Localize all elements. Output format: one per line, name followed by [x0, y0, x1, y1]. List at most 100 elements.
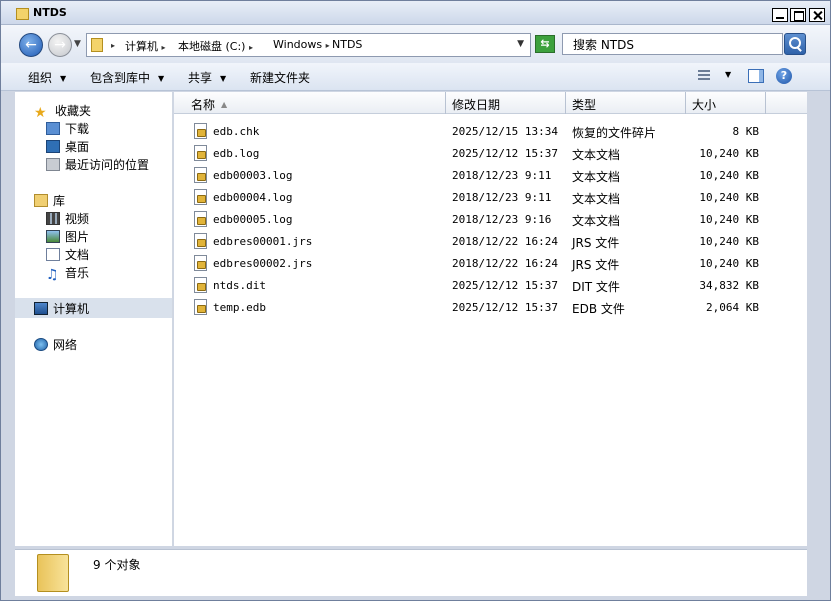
chevron-down-icon: ▼ — [60, 74, 67, 83]
nav-label: 文档 — [65, 248, 90, 262]
file-name: edb00004.log — [213, 191, 293, 204]
back-button[interactable]: ← — [19, 33, 43, 57]
file-modified: 2025/12/15 13:34 — [452, 125, 558, 138]
minimize-button[interactable] — [772, 8, 788, 22]
file-type: JRS 文件 — [572, 236, 620, 250]
table-row[interactable]: edbres00001.jrs 2018/12/22 16:24 JRS 文件 … — [174, 231, 807, 253]
column-headers: 名称 ▲ 修改日期 类型 大小 — [174, 92, 807, 114]
table-row[interactable]: edbres00002.jrs 2018/12/22 16:24 JRS 文件 … — [174, 253, 807, 275]
help-icon[interactable]: ? — [776, 68, 792, 84]
file-type: DIT 文件 — [572, 280, 620, 294]
new-folder-button[interactable]: 新建文件夹 — [250, 69, 310, 86]
nav-label: 最近访问的位置 — [65, 158, 150, 172]
music-icon: ♫ — [46, 267, 59, 283]
breadcrumb-computer[interactable]: 计算机 ▸ — [125, 38, 170, 54]
folder-icon — [37, 554, 69, 592]
details-pane: 9 个对象 — [15, 549, 807, 596]
new-folder-label: 新建文件夹 — [250, 71, 311, 85]
file-modified: 2025/12/12 15:37 — [452, 301, 558, 314]
file-size: 34,832 KB — [699, 279, 759, 292]
nav-item-music[interactable]: ♫ 音乐 — [46, 264, 89, 283]
star-icon: ★ — [34, 105, 47, 121]
file-modified: 2018/12/23 9:11 — [452, 191, 552, 204]
address-dropdown-icon[interactable]: ▼ — [517, 39, 524, 49]
file-name: edb00005.log — [213, 213, 293, 226]
chevron-down-icon: ▼ — [220, 74, 227, 83]
arrow-right-icon: → — [54, 37, 66, 53]
nav-item-desktop[interactable]: 桌面 — [46, 138, 89, 155]
file-name: edb.log — [213, 147, 260, 160]
table-row[interactable]: edb00003.log 2018/12/23 9:11 文本文档 10,240… — [174, 165, 807, 187]
nav-label: 计算机 — [53, 302, 90, 316]
preview-pane-icon[interactable] — [748, 69, 764, 83]
arrow-left-icon: ← — [25, 37, 37, 53]
nav-item-downloads[interactable]: 下载 — [46, 120, 89, 137]
nav-libraries[interactable]: 库 — [34, 192, 65, 209]
sort-up-icon: ▲ — [221, 100, 228, 109]
search-box[interactable] — [562, 33, 783, 55]
address-row: ← → ▼ ▸ 计算机 ▸ 本地磁盘 (C:) ▸ Windows ▸ NTDS… — [1, 25, 830, 63]
search-button[interactable] — [784, 33, 806, 55]
breadcrumb-drive[interactable]: 本地磁盘 (C:) ▸ — [178, 38, 257, 54]
address-bar[interactable]: ▸ 计算机 ▸ 本地磁盘 (C:) ▸ Windows ▸ NTDS ▼ — [86, 33, 531, 57]
nav-item-videos[interactable]: 视频 — [46, 210, 89, 227]
view-dropdown-icon[interactable]: ▼ — [725, 70, 731, 79]
nav-label: 视频 — [65, 212, 90, 226]
column-size[interactable]: 大小 — [686, 92, 766, 114]
file-icon — [194, 299, 207, 315]
column-modified[interactable]: 修改日期 — [446, 92, 566, 114]
search-input[interactable] — [573, 36, 773, 54]
refresh-button[interactable]: ⇆ — [535, 35, 555, 53]
table-row[interactable]: temp.edb 2025/12/12 15:37 EDB 文件 2,064 K… — [174, 297, 807, 319]
table-row[interactable]: edb00004.log 2018/12/23 9:11 文本文档 10,240… — [174, 187, 807, 209]
share-label: 共享 — [188, 71, 213, 85]
view-options-icon[interactable] — [698, 70, 710, 82]
nav-network[interactable]: 网络 — [34, 336, 77, 353]
breadcrumb-label: 本地磁盘 (C:) — [178, 40, 246, 53]
recent-pages-dropdown[interactable]: ▼ — [74, 39, 81, 49]
nav-label: 桌面 — [65, 140, 90, 154]
include-in-library-label: 包含到库中 — [90, 71, 151, 85]
nav-label: 收藏夹 — [55, 104, 92, 118]
forward-button[interactable]: → — [48, 33, 72, 57]
document-icon — [46, 248, 60, 261]
table-row[interactable]: ntds.dit 2025/12/12 15:37 DIT 文件 34,832 … — [174, 275, 807, 297]
breadcrumb-windows[interactable]: Windows ▸ — [273, 38, 334, 51]
file-modified: 2018/12/22 16:24 — [452, 235, 558, 248]
nav-favorites[interactable]: ★ 收藏夹 — [34, 102, 92, 121]
share-menu[interactable]: 共享 ▼ — [188, 69, 226, 86]
file-size: 10,240 KB — [699, 257, 759, 270]
nav-item-documents[interactable]: 文档 — [46, 246, 89, 263]
file-size: 2,064 KB — [706, 301, 759, 314]
column-label: 名称 — [191, 98, 216, 112]
nav-label: 网络 — [53, 338, 78, 352]
breadcrumb-ntds[interactable]: NTDS — [332, 38, 362, 51]
table-row[interactable]: edb.log 2025/12/12 15:37 文本文档 10,240 KB — [174, 143, 807, 165]
breadcrumb-root-arrow[interactable]: ▸ — [111, 38, 119, 51]
close-button[interactable] — [809, 8, 825, 22]
column-type[interactable]: 类型 — [566, 92, 686, 114]
file-icon — [194, 123, 207, 139]
file-modified: 2018/12/23 9:11 — [452, 169, 552, 182]
desktop-icon — [46, 140, 60, 153]
column-name[interactable]: 名称 ▲ — [174, 92, 446, 114]
explorer-window: NTDS ← → ▼ ▸ 计算机 ▸ 本地磁盘 (C:) ▸ Windows ▸… — [0, 0, 831, 601]
file-icon — [194, 211, 207, 227]
maximize-button[interactable] — [790, 8, 806, 22]
file-type: JRS 文件 — [572, 258, 620, 272]
nav-item-recent[interactable]: 最近访问的位置 — [46, 156, 149, 173]
table-row[interactable]: edb00005.log 2018/12/23 9:16 文本文档 10,240… — [174, 209, 807, 231]
include-in-library-menu[interactable]: 包含到库中 ▼ — [90, 69, 164, 86]
file-type: 文本文档 — [572, 148, 621, 162]
nav-computer[interactable]: 计算机 — [15, 298, 172, 318]
title-bar[interactable]: NTDS — [1, 1, 830, 25]
table-row[interactable]: edb.chk 2025/12/15 13:34 恢复的文件碎片 8 KB — [174, 121, 807, 143]
column-label: 修改日期 — [452, 98, 501, 112]
nav-item-pictures[interactable]: 图片 — [46, 228, 89, 245]
organize-menu[interactable]: 组织 ▼ — [28, 69, 66, 86]
organize-label: 组织 — [28, 71, 53, 85]
column-label: 大小 — [692, 98, 717, 112]
network-icon — [34, 338, 48, 351]
file-name: edb.chk — [213, 125, 260, 138]
file-modified: 2018/12/23 9:16 — [452, 213, 552, 226]
